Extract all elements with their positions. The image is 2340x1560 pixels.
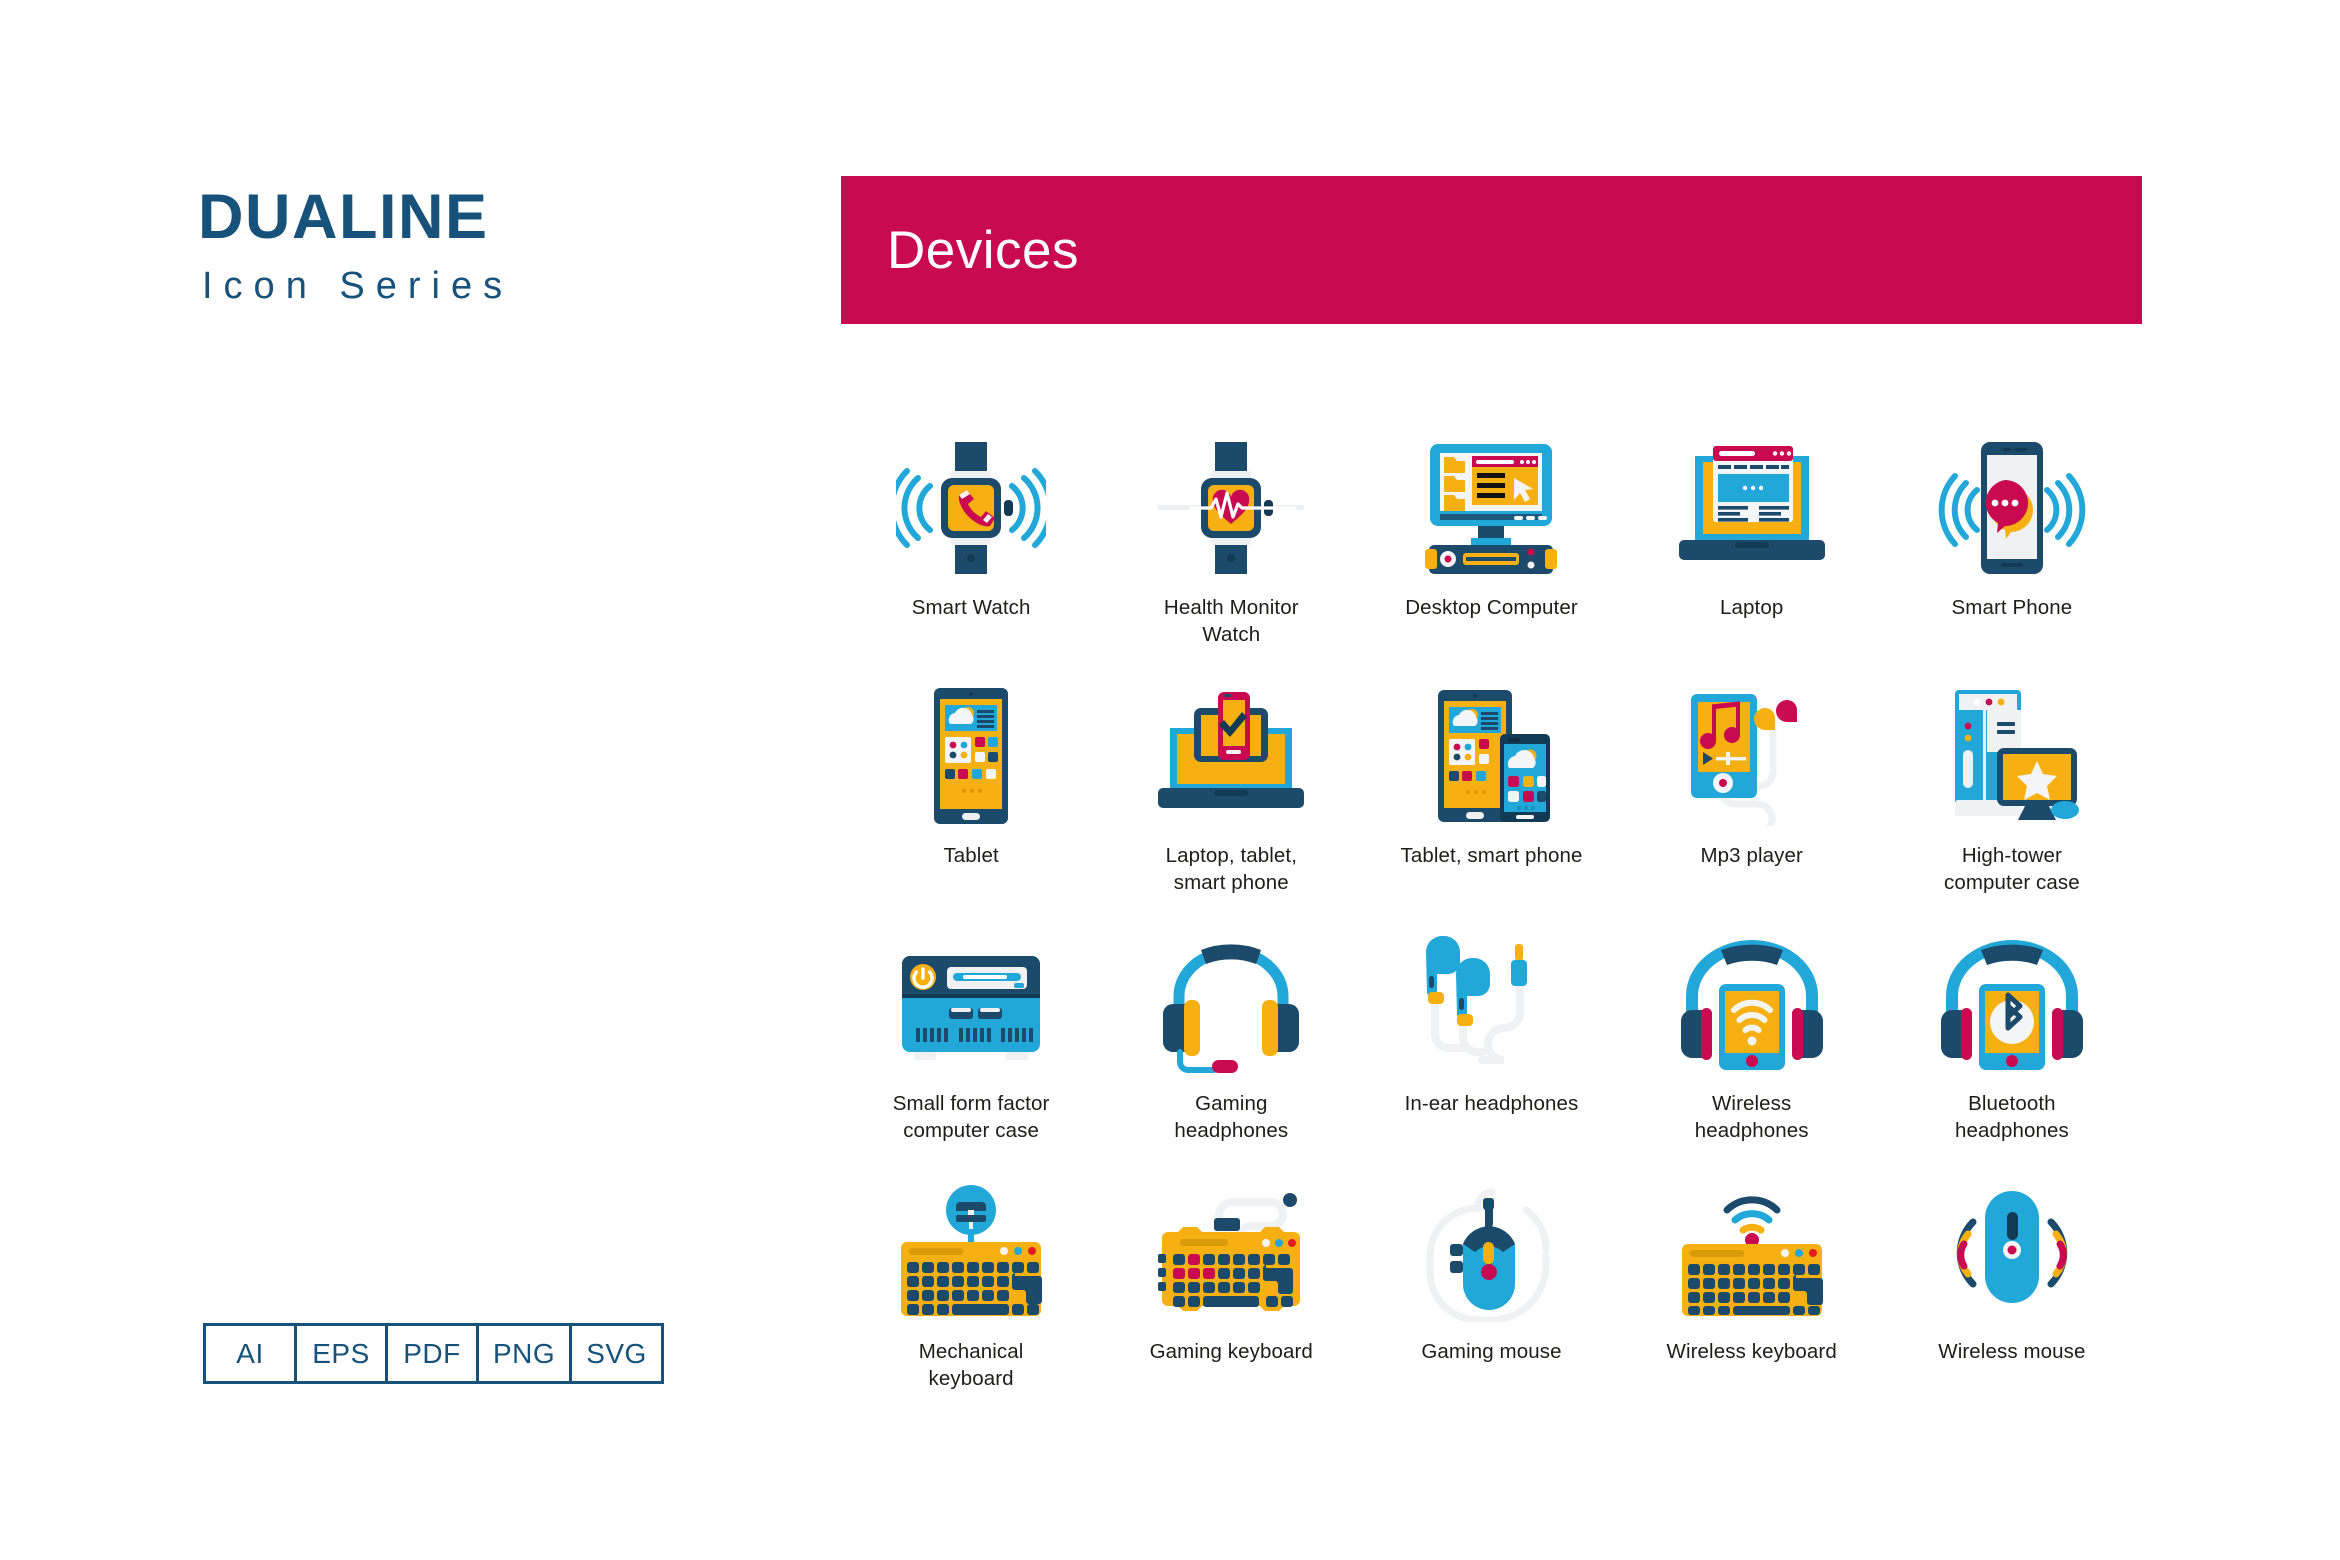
wireless-headphones-icon bbox=[1672, 926, 1832, 1081]
icon-label: Gaming headphones bbox=[1174, 1092, 1289, 1143]
format-chip-eps: EPS bbox=[297, 1326, 388, 1381]
tablet-smart-phone-icon bbox=[1411, 678, 1571, 833]
icon-cell-wireless-mouse[interactable]: Wireless mouse bbox=[1882, 1174, 2142, 1422]
brand-subtitle: Icon Series bbox=[202, 265, 514, 307]
icon-label: Desktop Computer bbox=[1405, 596, 1578, 619]
small-form-factor-computer-case-icon bbox=[891, 926, 1051, 1081]
icon-label: Gaming mouse bbox=[1421, 1340, 1562, 1363]
format-chip-png: PNG bbox=[479, 1326, 573, 1381]
icon-label: Small form factor computer case bbox=[892, 1092, 1050, 1143]
icon-cell-high-tower-computer-case[interactable]: High-tower computer case bbox=[1882, 678, 2142, 926]
icon-label: In-ear headphones bbox=[1404, 1092, 1579, 1115]
icon-cell-tablet-smart-phone[interactable]: Tablet, smart phone bbox=[1361, 678, 1621, 926]
icon-cell-laptop-tablet-smart-phone[interactable]: Laptop, tablet, smart phone bbox=[1101, 678, 1361, 926]
icon-label: Wireless mouse bbox=[1938, 1340, 2086, 1363]
laptop-tablet-smart-phone-icon bbox=[1151, 678, 1311, 833]
format-chip-ai: AI bbox=[206, 1326, 297, 1381]
category-title: Devices bbox=[887, 220, 1080, 280]
icon-label: Gaming keyboard bbox=[1149, 1340, 1313, 1363]
mechanical-keyboard-icon bbox=[891, 1174, 1051, 1329]
icon-cell-gaming-mouse[interactable]: Gaming mouse bbox=[1361, 1174, 1621, 1422]
wireless-keyboard-icon bbox=[1672, 1174, 1832, 1329]
icon-cell-bluetooth-headphones[interactable]: Bluetooth headphones bbox=[1882, 926, 2142, 1174]
brand-title: DUALINE bbox=[198, 182, 489, 252]
icon-cell-mp3-player[interactable]: Mp3 player bbox=[1622, 678, 1882, 926]
gaming-keyboard-icon bbox=[1151, 1174, 1311, 1329]
icon-label: Tablet, smart phone bbox=[1400, 844, 1583, 867]
icon-label: Smart Watch bbox=[911, 596, 1031, 619]
icon-cell-in-ear-headphones[interactable]: In-ear headphones bbox=[1361, 926, 1621, 1174]
icon-cell-smart-watch[interactable]: Smart Watch bbox=[841, 430, 1101, 678]
icon-label: Wireless headphones bbox=[1694, 1092, 1809, 1143]
icon-label: Laptop bbox=[1720, 596, 1784, 619]
icon-label: Laptop, tablet, smart phone bbox=[1165, 844, 1297, 895]
laptop-icon bbox=[1672, 430, 1832, 585]
icon-label: High-tower computer case bbox=[1944, 844, 2080, 895]
bluetooth-headphones-icon bbox=[1932, 926, 2092, 1081]
icon-cell-health-monitor-watch[interactable]: Health Monitor Watch bbox=[1101, 430, 1361, 678]
icon-cell-wireless-keyboard[interactable]: Wireless keyboard bbox=[1622, 1174, 1882, 1422]
icon-label: Tablet bbox=[943, 844, 999, 867]
format-chip-pdf: PDF bbox=[388, 1326, 479, 1381]
icon-cell-smart-phone[interactable]: Smart Phone bbox=[1882, 430, 2142, 678]
icon-label: Health Monitor Watch bbox=[1163, 596, 1299, 647]
brand-lockup: DUALINE Icon Series bbox=[198, 182, 638, 307]
icon-cell-gaming-keyboard[interactable]: Gaming keyboard bbox=[1101, 1174, 1361, 1422]
icon-label: Mechanical keyboard bbox=[918, 1340, 1024, 1391]
health-monitor-watch-icon bbox=[1151, 430, 1311, 585]
file-format-badges: AI EPS PDF PNG SVG bbox=[203, 1323, 664, 1384]
smart-phone-icon bbox=[1932, 430, 2092, 585]
tablet-icon bbox=[891, 678, 1051, 833]
wireless-mouse-icon bbox=[1932, 1174, 2092, 1329]
icon-cell-mechanical-keyboard[interactable]: Mechanical keyboard bbox=[841, 1174, 1101, 1422]
icon-cell-wireless-headphones[interactable]: Wireless headphones bbox=[1622, 926, 1882, 1174]
icon-cell-laptop[interactable]: Laptop bbox=[1622, 430, 1882, 678]
gaming-headphones-icon bbox=[1151, 926, 1311, 1081]
icon-label: Mp3 player bbox=[1700, 844, 1803, 867]
mp3-player-icon bbox=[1672, 678, 1832, 833]
in-ear-headphones-icon bbox=[1411, 926, 1571, 1081]
icon-grid: Smart Watch Health Monitor Watch Desktop… bbox=[841, 430, 2142, 1422]
icon-label: Wireless keyboard bbox=[1666, 1340, 1837, 1363]
gaming-mouse-icon bbox=[1411, 1174, 1571, 1329]
high-tower-computer-case-icon bbox=[1932, 678, 2092, 833]
icon-cell-tablet[interactable]: Tablet bbox=[841, 678, 1101, 926]
icon-label: Smart Phone bbox=[1951, 596, 2073, 619]
icon-cell-gaming-headphones[interactable]: Gaming headphones bbox=[1101, 926, 1361, 1174]
icon-cell-desktop-computer[interactable]: Desktop Computer bbox=[1361, 430, 1621, 678]
category-banner: Devices bbox=[841, 176, 2142, 324]
format-chip-svg: SVG bbox=[572, 1326, 661, 1381]
smart-watch-icon bbox=[891, 430, 1051, 585]
desktop-computer-icon bbox=[1411, 430, 1571, 585]
icon-cell-small-form-factor-computer-case[interactable]: Small form factor computer case bbox=[841, 926, 1101, 1174]
icon-label: Bluetooth headphones bbox=[1954, 1092, 2069, 1143]
